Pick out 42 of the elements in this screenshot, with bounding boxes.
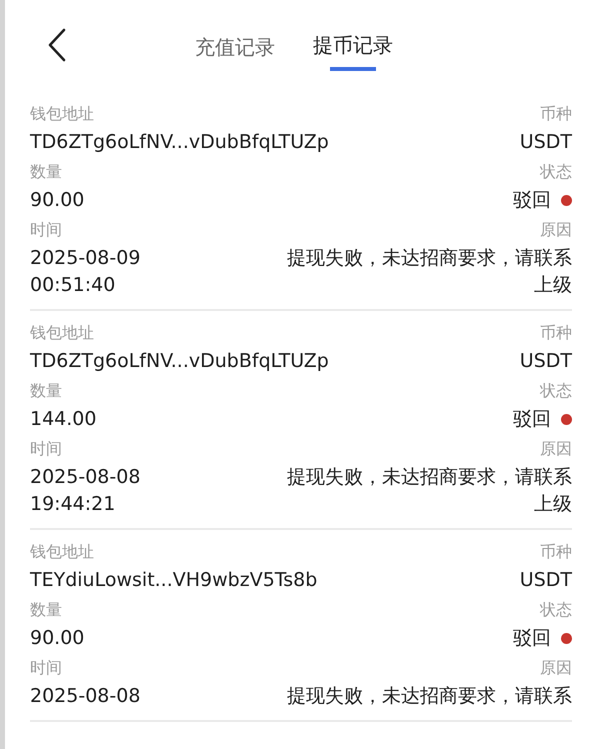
field-label: 钱包地址 bbox=[30, 541, 94, 563]
currency-value: USDT bbox=[520, 568, 572, 593]
time-value: 2025-08-08 bbox=[30, 465, 140, 490]
time-value: 2025-08-09 bbox=[30, 246, 140, 271]
wallet-address: TD6ZTg6oLfNV...vDubBfqLTUZp bbox=[30, 349, 329, 374]
amount-value: 144.00 bbox=[30, 407, 96, 432]
tab[interactable]: 充值记录 bbox=[195, 28, 275, 75]
status-value: 驳回 bbox=[513, 407, 551, 432]
wallet-address: TD6ZTg6oLfNV...vDubBfqLTUZp bbox=[30, 130, 329, 155]
amount-value: 90.00 bbox=[30, 188, 84, 213]
currency-value: USDT bbox=[520, 130, 572, 155]
time-value: 2025-08-08 bbox=[30, 684, 140, 709]
field-label: 钱包地址 bbox=[30, 103, 94, 125]
time-value: 00:51:40 bbox=[30, 273, 116, 298]
field-label: 状态 bbox=[540, 380, 572, 402]
field-label: 时间 bbox=[30, 219, 62, 241]
field-label: 时间 bbox=[30, 438, 62, 460]
reason-text: 提现失败，未达招商要求，请联系 bbox=[287, 465, 572, 490]
field-label: 币种 bbox=[540, 322, 572, 344]
status-value: 驳回 bbox=[513, 626, 551, 651]
currency-value: USDT bbox=[520, 349, 572, 374]
amount-value: 90.00 bbox=[30, 626, 84, 651]
status-value: 驳回 bbox=[513, 188, 551, 213]
time-value: 19:44:21 bbox=[30, 492, 116, 517]
field-label: 数量 bbox=[30, 599, 62, 621]
field-label: 原因 bbox=[540, 657, 572, 679]
field-label: 状态 bbox=[540, 599, 572, 621]
field-label: 币种 bbox=[540, 103, 572, 125]
field-label: 原因 bbox=[540, 438, 572, 460]
reason-text: 上级 bbox=[534, 492, 572, 517]
back-icon[interactable] bbox=[47, 28, 67, 62]
field-label: 状态 bbox=[540, 161, 572, 183]
field-label: 币种 bbox=[540, 541, 572, 563]
wallet-address: TEYdiuLowsit...VH9wbzV5Ts8b bbox=[30, 568, 318, 593]
reason-text: 上级 bbox=[534, 273, 572, 298]
reason-text: 提现失败，未达招商要求，请联系 bbox=[287, 684, 572, 709]
field-label: 数量 bbox=[30, 380, 62, 402]
field-label: 数量 bbox=[30, 161, 62, 183]
field-label: 钱包地址 bbox=[30, 322, 94, 344]
field-label: 原因 bbox=[540, 219, 572, 241]
reason-text: 提现失败，未达招商要求，请联系 bbox=[287, 246, 572, 271]
field-label: 时间 bbox=[30, 657, 62, 679]
